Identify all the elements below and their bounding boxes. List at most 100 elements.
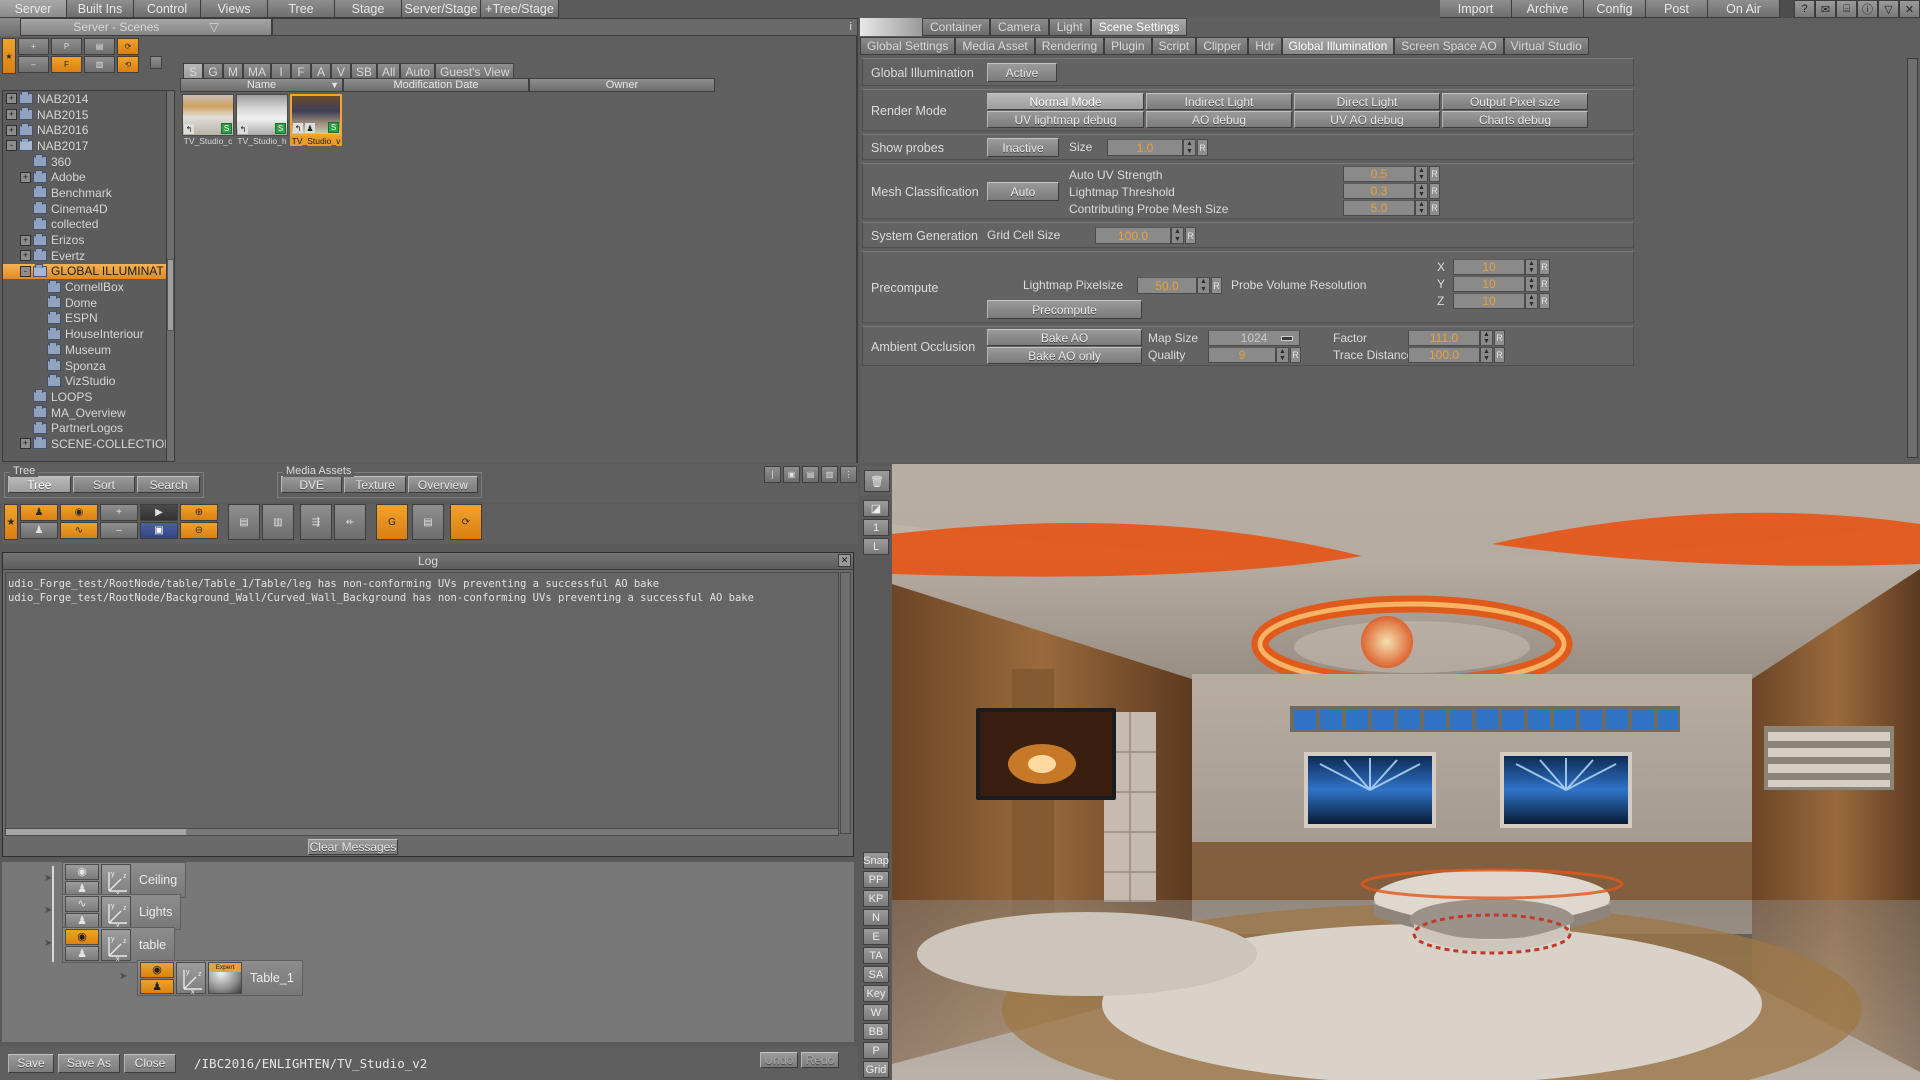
trace-distance-value[interactable]: 100.0	[1408, 347, 1480, 363]
render-mode-icon[interactable]: ◪	[863, 500, 889, 517]
probe-axis-reset-x[interactable]: R	[1539, 259, 1550, 275]
render-mode-indirect-light[interactable]: Indirect Light	[1146, 93, 1292, 110]
node-type-icon[interactable]: ◉	[65, 929, 99, 945]
panel-left-icon[interactable]: ❘	[764, 466, 781, 483]
mesh-field-reset-lightmap-threshold[interactable]: R	[1429, 183, 1440, 199]
menu-item-post[interactable]: Post	[1646, 0, 1708, 18]
mesh-field-spinner-contributing-probe-mesh-size[interactable]: ▲ ▼	[1415, 200, 1428, 216]
tree-row[interactable]: LOOPS	[3, 389, 173, 405]
color-layers-icon[interactable]: ▤	[412, 504, 444, 540]
menu-item-on-air[interactable]: On Air	[1708, 0, 1780, 18]
save-button[interactable]: Save	[8, 1053, 54, 1073]
checkbox-icon[interactable]	[150, 56, 162, 69]
add-scene-icon[interactable]: +	[18, 38, 49, 55]
remove-container-icon[interactable]: –	[100, 522, 138, 539]
node-container-icon[interactable]: ♟	[65, 945, 99, 961]
chevron-down-icon[interactable]: ▽	[209, 20, 218, 34]
container-alt-icon[interactable]: ♟	[20, 522, 58, 539]
sub-default-icon[interactable]: ▶	[140, 504, 178, 521]
axis-icon[interactable]: yzx	[101, 896, 131, 930]
node-type-icon[interactable]: ◉	[140, 962, 174, 978]
tree-row[interactable]: - NAB2017	[3, 138, 173, 154]
add-group-icon[interactable]: G	[376, 504, 408, 540]
viewport-l-button[interactable]: L	[863, 538, 889, 555]
remove-scene-icon[interactable]: –	[18, 56, 49, 73]
menu-item-stage[interactable]: Stage	[335, 0, 402, 18]
server-scenes-tab[interactable]: Server - Scenes ▽	[20, 18, 272, 36]
menu-item-server[interactable]: Server	[0, 0, 67, 18]
tree-expand-icon[interactable]: ▤	[228, 504, 260, 540]
subtab-rendering[interactable]: Rendering	[1034, 37, 1105, 55]
tree-row[interactable]: + NAB2015	[3, 107, 173, 123]
viewport-kp-button[interactable]: KP	[863, 890, 889, 907]
mesh-field-reset-auto-uv-strength[interactable]: R	[1429, 166, 1440, 182]
quality-spinner[interactable]: ▲ ▼	[1276, 347, 1289, 363]
probe-axis-value-z[interactable]: 10	[1453, 293, 1525, 309]
probe-size-reset[interactable]: R	[1197, 139, 1208, 156]
save-as-button[interactable]: Save As	[58, 1053, 120, 1073]
minimize-icon[interactable]: ▽	[1878, 0, 1899, 18]
tree-row[interactable]: Museum	[3, 342, 173, 358]
tree-toggle-icon[interactable]: -	[6, 140, 17, 152]
viewport-sa-button[interactable]: SA	[863, 966, 889, 983]
mesh-field-spinner-auto-uv-strength[interactable]: ▲ ▼	[1415, 166, 1428, 182]
tab-container[interactable]: Container	[922, 18, 991, 36]
material-sphere-icon[interactable]: Expert	[208, 962, 242, 994]
probe-size-spinner[interactable]: ▲ ▼	[1183, 139, 1196, 156]
tree-mode-search[interactable]: Search	[137, 476, 201, 493]
render-mode-normal-mode[interactable]: Normal Mode	[987, 93, 1144, 110]
sync-icon[interactable]: ⟳	[450, 504, 482, 540]
menu-item-built-ins[interactable]: Built Ins	[67, 0, 134, 18]
probe-axis-reset-z[interactable]: R	[1539, 293, 1550, 309]
viewport-pp-button[interactable]: PP	[863, 871, 889, 888]
media-mode-texture[interactable]: Texture	[344, 476, 406, 493]
file-column-modification-date[interactable]: Modification Date	[343, 78, 529, 92]
probe-axis-spinner-y[interactable]: ▲ ▼	[1525, 276, 1538, 292]
tree-row[interactable]: Cinema4D	[3, 201, 173, 217]
tree-toggle-icon[interactable]: +	[6, 124, 17, 136]
menu-item-import[interactable]: Import	[1440, 0, 1512, 18]
detail-view-icon[interactable]: ▥	[84, 56, 115, 73]
log-hscrollbar-thumb[interactable]	[6, 829, 186, 835]
scene-thumbnail-image[interactable]: ↰ S	[182, 94, 234, 136]
scene-node[interactable]: ∿ ♟ y z x Lights	[62, 894, 182, 930]
tree-flow-right-icon[interactable]: ⇶	[300, 504, 332, 540]
axis-icon[interactable]: yzx	[101, 929, 131, 963]
undo-button[interactable]: Undo	[760, 1052, 798, 1068]
tree-collapse-icon[interactable]: ▥	[262, 504, 294, 540]
favorite-toggle-icon[interactable]: ★	[4, 504, 18, 540]
tree-row[interactable]: collected	[3, 216, 173, 233]
tree-row[interactable]: + SCENE-COLLECTION	[3, 436, 173, 452]
tree-row[interactable]: + Adobe	[3, 169, 173, 185]
factor-value[interactable]: 111.0	[1408, 330, 1480, 346]
trash-icon[interactable]: 🗑	[864, 470, 890, 492]
scene-thumbnail[interactable]: ♟ ↰ S TV_Studio_v	[290, 94, 342, 146]
tab-camera[interactable]: Camera	[990, 18, 1049, 36]
tree-toggle-icon[interactable]: +	[20, 171, 31, 183]
tree-toggle-icon[interactable]: +	[20, 438, 31, 450]
panel-grid-icon[interactable]: ▣	[783, 466, 800, 483]
tree-toggle-icon[interactable]: +	[20, 234, 31, 246]
grid-cell-size-spinner[interactable]: ▲ ▼	[1171, 227, 1184, 244]
scene-bar-info[interactable]: i	[272, 18, 858, 36]
scene-thumbnail[interactable]: ↰ S TV_Studio_h	[236, 94, 288, 146]
media-mode-dve[interactable]: DVE	[281, 476, 343, 493]
render-mode-uv-ao-debug[interactable]: UV AO debug	[1294, 111, 1440, 128]
render-mode-charts-debug[interactable]: Charts debug	[1442, 111, 1588, 128]
tree-row[interactable]: Sponza	[3, 358, 173, 374]
subtab-global-settings[interactable]: Global Settings	[860, 37, 956, 55]
menu-item-views[interactable]: Views	[201, 0, 268, 18]
scene-node[interactable]: ◉ ♟ y z x table	[62, 927, 176, 963]
lightmap-pixelsize-reset[interactable]: R	[1211, 277, 1222, 294]
bake-ao-only-button[interactable]: Bake AO only	[987, 347, 1142, 364]
info-icon[interactable]: ⓘ	[1857, 0, 1878, 18]
tree-row[interactable]: PartnerLogos	[3, 420, 173, 436]
subtab-screen-space-ao[interactable]: Screen Space AO	[1394, 37, 1504, 55]
render-viewport[interactable]	[892, 464, 1920, 1080]
add-container-icon[interactable]: +	[100, 504, 138, 521]
menu-item-control[interactable]: Control	[134, 0, 201, 18]
favorite-icon[interactable]: ★	[2, 38, 16, 74]
menu-item-server-stage[interactable]: Server/Stage	[402, 0, 481, 18]
reload-icon[interactable]: ⟲	[117, 56, 139, 73]
tree-row[interactable]: VizStudio	[3, 373, 173, 389]
